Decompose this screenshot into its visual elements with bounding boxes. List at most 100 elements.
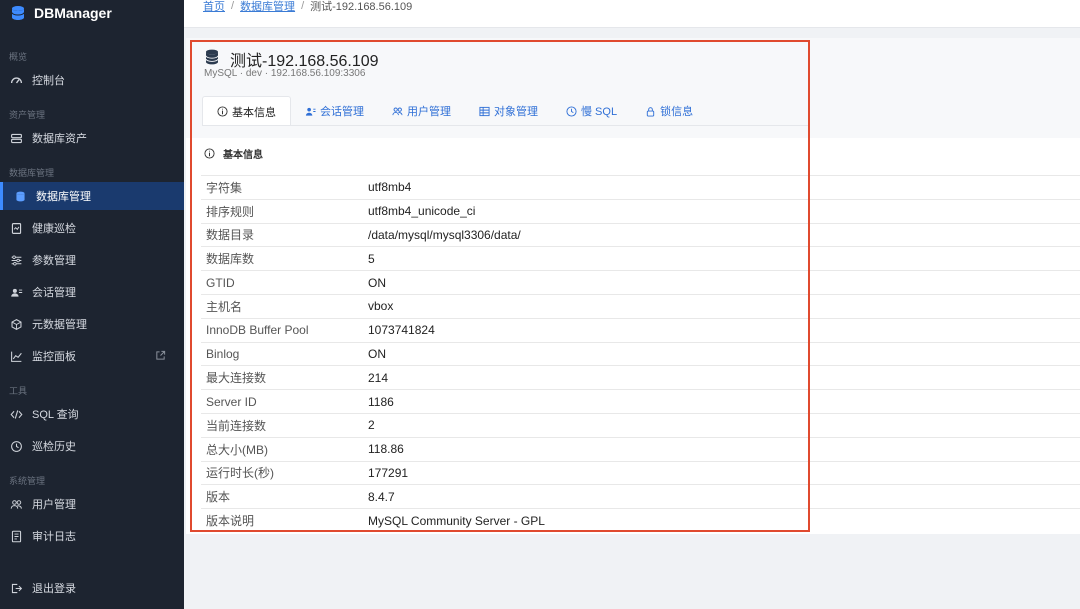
sidebar-item-sessions[interactable]: 会话管理 xyxy=(0,278,184,306)
tab-basic-info[interactable]: 基本信息 xyxy=(202,96,291,126)
table-row: 版本说明 MySQL Community Server - GPL xyxy=(201,508,1080,532)
instance-panel: 测试-192.168.56.109 MySQL · dev · 192.168.… xyxy=(186,38,1080,534)
sidebar-item-console[interactable]: 控制台 xyxy=(0,66,184,94)
sidebar-item-label: 健康巡检 xyxy=(32,223,76,235)
breadcrumb-separator: / xyxy=(231,0,235,12)
table-row: 总大小(MB) 118.86 xyxy=(201,436,1080,461)
info-value: ON xyxy=(368,275,386,290)
info-key: 数据目录 xyxy=(206,228,255,243)
user-group-icon xyxy=(10,498,23,511)
tab-label: 慢 SQL xyxy=(581,106,618,118)
table-row: InnoDB Buffer Pool 1073741824 xyxy=(201,317,1080,342)
info-value: vbox xyxy=(368,299,394,314)
nav-group-assets: 资产管理 xyxy=(9,110,46,120)
sidebar-item-monitor[interactable]: 监控面板 xyxy=(0,342,184,370)
sidebar-item-sql-query[interactable]: SQL 查询 xyxy=(0,400,184,428)
sidebar-item-inspection-history[interactable]: 巡检历史 xyxy=(0,432,184,460)
nav-group-overview: 概览 xyxy=(9,52,28,62)
database-icon xyxy=(205,49,219,65)
sidebar-item-label: 控制台 xyxy=(32,75,65,87)
instance-subtitle: MySQL · dev · 192.168.56.109:3306 xyxy=(204,68,366,79)
sidebar-item-params[interactable]: 参数管理 xyxy=(0,246,184,274)
table-row: 数据目录/data/mysql/mysql3306/data/ xyxy=(201,222,1080,247)
table-row: 运行时长(秒) 177291 xyxy=(201,460,1080,485)
info-icon xyxy=(204,148,215,159)
users-icon xyxy=(305,106,316,117)
sidebar-item-label: 监控面板 xyxy=(32,351,76,363)
section-title: 基本信息 xyxy=(223,150,263,161)
dashboard-icon xyxy=(10,74,23,87)
nav-group-tools: 工具 xyxy=(9,386,28,396)
chart-icon xyxy=(10,350,23,363)
info-value: MySQL Community Server - GPL xyxy=(368,513,545,528)
sidebar-item-label: 元数据管理 xyxy=(32,319,87,331)
info-key: 版本说明 xyxy=(206,514,255,529)
info-value: 1186 xyxy=(368,394,394,409)
sidebar-item-label: 用户管理 xyxy=(32,499,76,511)
info-key: Binlog xyxy=(206,346,240,361)
logout-button[interactable]: 退出登录 xyxy=(0,574,184,602)
logout-icon xyxy=(10,582,23,595)
sidebar-item-label: 会话管理 xyxy=(32,287,76,299)
info-value: /data/mysql/mysql3306/data/ xyxy=(368,227,521,242)
tab-label: 会话管理 xyxy=(320,106,364,118)
section-header: 基本信息 xyxy=(204,146,263,161)
user-group-icon xyxy=(392,106,403,117)
info-key: InnoDB Buffer Pool xyxy=(206,323,309,338)
sidebar-item-label: 数据库管理 xyxy=(36,191,91,203)
tab-label: 用户管理 xyxy=(407,106,451,118)
instance-header: 测试-192.168.56.109 MySQL · dev · 192.168.… xyxy=(186,38,1080,138)
info-value: 177291 xyxy=(368,465,409,480)
info-icon xyxy=(217,106,228,117)
table-row: 主机名 vbox xyxy=(201,293,1080,318)
table-row: 版本 8.4.7 xyxy=(201,484,1080,508)
tab-users[interactable]: 用户管理 xyxy=(378,96,465,126)
info-value: 118.86 xyxy=(368,442,404,457)
sidebar-item-label: SQL 查询 xyxy=(32,409,79,421)
breadcrumb-home[interactable]: 首页 xyxy=(203,0,225,14)
lock-icon xyxy=(645,106,656,117)
external-link-icon xyxy=(155,350,166,361)
brand[interactable]: DBManager xyxy=(0,0,184,26)
info-value: 5 xyxy=(368,251,375,266)
sidebar-item-label: 数据库资产 xyxy=(32,133,87,145)
sidebar-item-metadata[interactable]: 元数据管理 xyxy=(0,310,184,338)
info-key: 最大连接数 xyxy=(206,371,267,386)
table-row: Server ID 1186 xyxy=(201,389,1080,413)
info-key: 主机名 xyxy=(206,299,243,314)
health-icon xyxy=(10,222,23,235)
table-row: 字符集 utf8mb4 xyxy=(201,175,1080,199)
sidebar-item-audit-log[interactable]: 审计日志 xyxy=(0,522,184,550)
tab-bar: 基本信息 会话管理 用户管理 对象管理 慢 SQL 锁信息 xyxy=(202,96,707,126)
sidebar-item-label: 参数管理 xyxy=(32,255,76,267)
breadcrumb-current: 测试-192.168.56.109 xyxy=(310,1,413,13)
sidebar-item-health-check[interactable]: 健康巡检 xyxy=(0,214,184,242)
tab-locks[interactable]: 锁信息 xyxy=(631,96,707,126)
info-value: utf8mb4_unicode_ci xyxy=(368,204,476,219)
database-icon xyxy=(14,190,27,203)
info-value: utf8mb4 xyxy=(368,180,412,195)
sidebar-item-db-assets[interactable]: 数据库资产 xyxy=(0,124,184,152)
sidebar-item-db-management[interactable]: 数据库管理 xyxy=(0,182,184,210)
breadcrumb-section[interactable]: 数据库管理 xyxy=(240,0,295,14)
info-value: 8.4.7 xyxy=(368,489,395,504)
cube-icon xyxy=(10,318,23,331)
server-icon xyxy=(10,132,23,145)
tab-sessions[interactable]: 会话管理 xyxy=(291,96,378,126)
info-key: GTID xyxy=(206,275,235,290)
info-key: 字符集 xyxy=(206,180,243,195)
info-table: 字符集 utf8mb4 排序规则 utf8mb4_unicode_ci 数据目录/d… xyxy=(201,175,1080,532)
tab-slow-sql[interactable]: 慢 SQL xyxy=(552,96,631,126)
info-key: 版本 xyxy=(206,490,231,505)
clock-icon xyxy=(566,105,577,117)
info-key: 当前连接数 xyxy=(206,418,267,433)
info-value: ON xyxy=(368,346,386,361)
sidebar-item-users[interactable]: 用户管理 xyxy=(0,490,184,518)
nav-group-db-management: 数据库管理 xyxy=(9,168,55,178)
users-icon xyxy=(10,286,23,299)
tab-objects[interactable]: 对象管理 xyxy=(465,96,552,126)
info-key: 数据库数 xyxy=(206,252,255,267)
info-key: 总大小(MB) xyxy=(206,442,268,457)
tab-divider xyxy=(202,125,810,126)
table-row: 数据库数 5 xyxy=(201,246,1080,270)
